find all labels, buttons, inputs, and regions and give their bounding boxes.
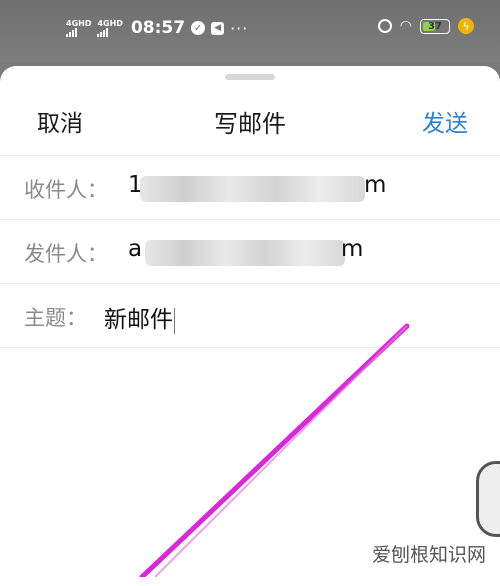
watermark: 爱刨根知识网 [371, 544, 486, 566]
annotation-stroke [139, 323, 410, 577]
